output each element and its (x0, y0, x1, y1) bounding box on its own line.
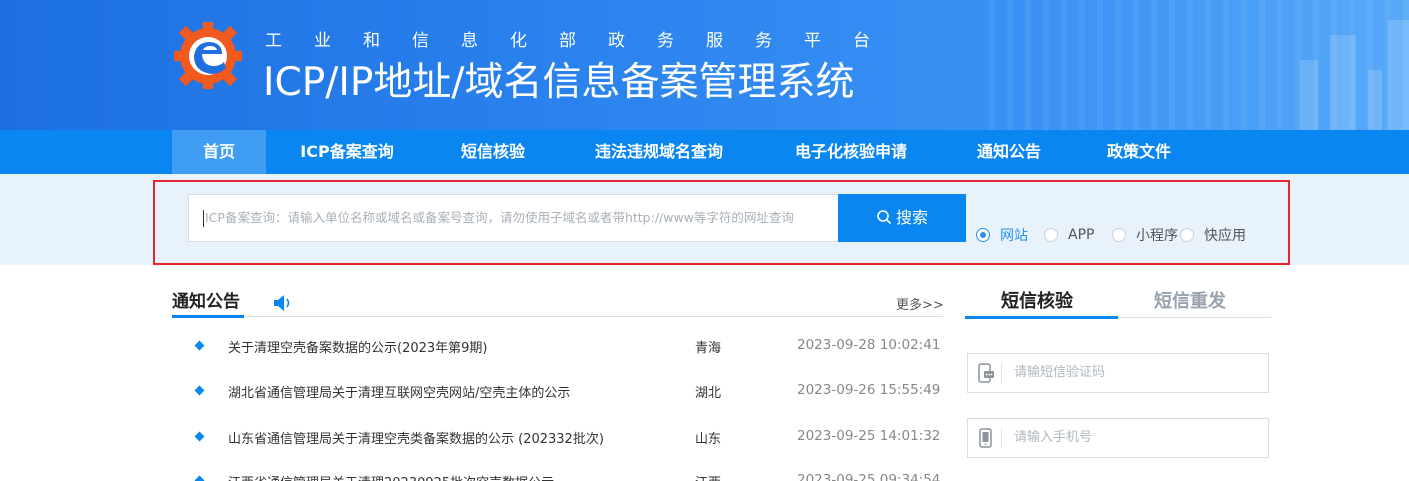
building-decoration (1330, 35, 1356, 130)
notice-province: 湖北 (695, 386, 722, 401)
notice-row[interactable]: 关于清理空壳备案数据的公示(2023年第9期) 青海 2023-09-28 10… (0, 337, 960, 357)
nav-item-e-verify-apply[interactable]: 电子化核验申请 (774, 130, 928, 174)
notice-time: 2023-09-28 10:02:41 (797, 337, 941, 353)
header-banner: 工业和信息化部政务服务平台 ICP/IP地址/域名信息备案管理系统 (0, 0, 1409, 130)
bullet-icon (194, 475, 205, 481)
notice-time: 2023-09-25 09:34:54 (797, 472, 941, 481)
notice-title[interactable]: 山东省通信管理局关于清理空壳类备案数据的公示 (202332批次) (228, 428, 604, 447)
notice-province: 江西 (695, 472, 721, 481)
phone-placeholder: 请输入手机号 (1014, 430, 1093, 445)
phone-icon (979, 428, 992, 448)
bullet-icon (194, 340, 205, 351)
nav-item-icp-query[interactable]: ICP备案查询 (280, 130, 414, 174)
bullet-icon (194, 385, 205, 396)
sms-code-icon (978, 363, 994, 383)
notice-province: 青海 (695, 341, 722, 356)
tab-sms-verify[interactable]: 短信核验 (1001, 287, 1073, 313)
field-separator (1001, 428, 1002, 448)
notice-row[interactable]: 山东省通信管理局关于清理空壳类备案数据的公示 (202332批次) 山东 202… (0, 428, 960, 448)
field-separator (1001, 363, 1002, 383)
notices-more-link[interactable]: 更多>> (896, 294, 944, 313)
sms-code-placeholder: 请输短信验证码 (1014, 365, 1106, 380)
nav-item-home[interactable]: 首页 (172, 130, 266, 174)
page-title: ICP/IP地址/域名信息备案管理系统 (263, 60, 855, 105)
nav-item-policy-docs[interactable]: 政策文件 (1088, 130, 1190, 174)
notice-province: 山东 (695, 432, 722, 447)
active-tab-indicator (965, 316, 1118, 319)
notice-title[interactable]: 江西省通信管理局关于清理20230925批次空壳数据公示 (228, 472, 554, 481)
sms-code-input[interactable]: 请输短信验证码 (967, 353, 1269, 393)
nav-item-notices[interactable]: 通知公告 (958, 130, 1060, 174)
bullet-icon (194, 431, 205, 442)
notice-title[interactable]: 关于清理空壳备案数据的公示(2023年第9期) (228, 337, 488, 356)
tab-sms-resend[interactable]: 短信重发 (1154, 287, 1226, 313)
notice-time: 2023-09-26 15:55:49 (797, 382, 941, 398)
miit-logo-icon (174, 22, 242, 89)
building-decoration (1388, 20, 1409, 130)
main-nav: 首页 ICP备案查询 短信核验 违法违规域名查询 电子化核验申请 通知公告 政策… (0, 130, 1409, 174)
highlight-box (153, 180, 1290, 265)
building-decoration (1300, 60, 1318, 130)
notice-row[interactable]: 湖北省通信管理局关于清理互联网空壳网站/空壳主体的公示 湖北 2023-09-2… (0, 382, 960, 402)
notices-heading: 通知公告 (172, 292, 240, 312)
active-tab-indicator (172, 315, 244, 318)
notice-title[interactable]: 湖北省通信管理局关于清理互联网空壳网站/空壳主体的公示 (228, 382, 570, 401)
divider (172, 316, 943, 317)
phone-number-input[interactable]: 请输入手机号 (967, 418, 1269, 458)
nav-item-illegal-domain-query[interactable]: 违法违规域名查询 (574, 130, 744, 174)
platform-subtitle: 工业和信息化部政务服务平台 (265, 31, 902, 51)
nav-item-sms-verify[interactable]: 短信核验 (440, 130, 546, 174)
notice-time: 2023-09-25 14:01:32 (797, 428, 941, 444)
building-decoration (1368, 70, 1382, 130)
notice-row[interactable]: 江西省通信管理局关于清理20230925批次空壳数据公示 江西 2023-09-… (0, 472, 960, 481)
speaker-icon (274, 295, 290, 311)
